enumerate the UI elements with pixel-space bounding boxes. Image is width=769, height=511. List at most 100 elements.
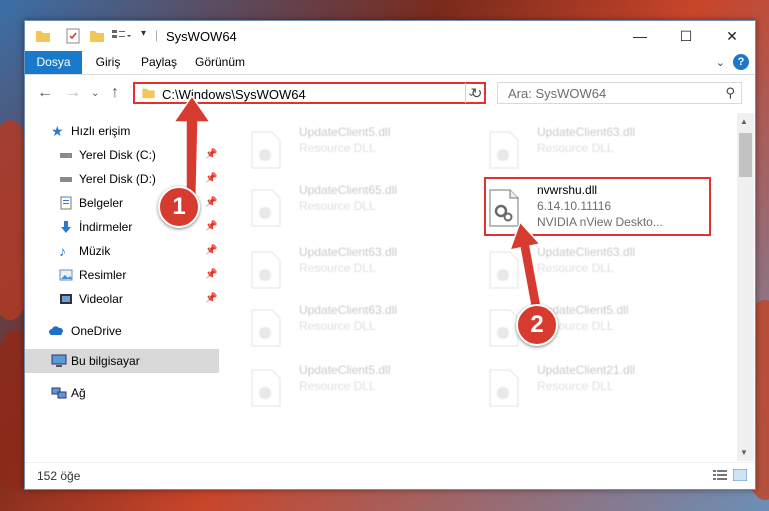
search-placeholder: Ara: SysWOW64 bbox=[508, 86, 607, 101]
item-count: 152 öğe bbox=[37, 469, 81, 483]
details-view-icon[interactable] bbox=[713, 469, 727, 481]
annotation-badge-2: 2 bbox=[516, 304, 558, 346]
star-icon: ★ bbox=[51, 123, 64, 139]
sidebar-item-label: Belgeler bbox=[79, 196, 124, 210]
dll-file-icon bbox=[251, 309, 281, 347]
explorer-window: ▾ | SysWOW64 — ☐ ✕ Dosya Giriş Paylaş Gö… bbox=[24, 20, 756, 490]
file-list: UpdateClient5.dll Resource DLL UpdateCli… bbox=[221, 113, 735, 461]
sidebar-item-music[interactable]: ♪ Müzik 📌 bbox=[25, 239, 219, 263]
forward-arrow-icon[interactable]: → bbox=[65, 84, 81, 102]
folder-icon bbox=[142, 88, 155, 99]
file-name: UpdateClient5.dll bbox=[299, 363, 391, 377]
recent-locations-icon[interactable]: ⌄ bbox=[91, 88, 99, 99]
file-name: UpdateClient21.dll bbox=[537, 363, 636, 377]
navigation-bar: ← → ⌄ ↑ C:\Windows\SysWOW64 ⌄ ↻ Ara: Sys… bbox=[25, 75, 755, 111]
minimize-button[interactable]: — bbox=[617, 21, 663, 51]
file-name: UpdateClient5.dll bbox=[299, 125, 391, 139]
maximize-button[interactable]: ☐ bbox=[663, 21, 709, 51]
close-button[interactable]: ✕ bbox=[709, 21, 755, 51]
sidebar-item-label: Yerel Disk (C:) bbox=[79, 148, 156, 162]
file-description: Resource DLL bbox=[537, 379, 614, 393]
properties-icon[interactable] bbox=[65, 28, 81, 44]
file-name: UpdateClient63.dll bbox=[299, 245, 398, 259]
tab-home[interactable]: Giriş bbox=[87, 51, 129, 74]
search-box[interactable]: Ara: SysWOW64 ⚲ bbox=[497, 82, 742, 104]
tab-file[interactable]: Dosya bbox=[25, 51, 82, 74]
file-item[interactable]: UpdateClient63.dll Resource DLL bbox=[481, 121, 711, 181]
window-title: SysWOW64 bbox=[166, 29, 237, 44]
dll-file-icon bbox=[251, 369, 281, 407]
file-description: Resource DLL bbox=[299, 261, 376, 275]
title-bar: ▾ | SysWOW64 — ☐ ✕ bbox=[25, 21, 755, 51]
sidebar-item-label: OneDrive bbox=[71, 324, 122, 338]
file-description: Resource DLL bbox=[537, 141, 614, 155]
pin-icon: 📌 bbox=[205, 269, 218, 280]
sidebar-item-label: Bu bilgisayar bbox=[71, 354, 140, 368]
scroll-down-icon[interactable]: ▼ bbox=[740, 448, 748, 457]
scroll-up-icon[interactable]: ▲ bbox=[740, 117, 748, 126]
file-description: Resource DLL bbox=[299, 319, 376, 333]
video-icon bbox=[60, 294, 72, 304]
file-item[interactable]: UpdateClient21.dll Resource DLL bbox=[481, 359, 711, 419]
drive-icon bbox=[60, 177, 72, 182]
pin-icon: 📌 bbox=[205, 221, 218, 232]
dll-file-icon bbox=[251, 189, 281, 227]
file-item[interactable]: UpdateClient63.dll Resource DLL bbox=[243, 241, 473, 301]
sidebar-item-videos[interactable]: Videolar 📌 bbox=[25, 287, 219, 311]
file-description: Resource DLL bbox=[299, 379, 376, 393]
file-name: UpdateClient63.dll bbox=[299, 303, 398, 317]
file-item[interactable]: UpdateClient63.dll Resource DLL bbox=[243, 299, 473, 359]
sidebar-item-label: Hızlı erişim bbox=[71, 124, 131, 138]
sidebar-item-label: Müzik bbox=[79, 244, 111, 258]
dll-file-icon bbox=[251, 251, 281, 289]
sidebar-item-this-pc[interactable]: Bu bilgisayar bbox=[25, 349, 219, 373]
pin-icon: 📌 bbox=[205, 293, 218, 304]
drive-icon bbox=[60, 153, 72, 158]
help-button[interactable]: ? bbox=[733, 54, 749, 70]
sidebar-item-network[interactable]: Ağ bbox=[25, 381, 219, 405]
large-icons-view-icon[interactable] bbox=[733, 469, 747, 481]
music-icon: ♪ bbox=[59, 243, 66, 259]
file-item[interactable]: UpdateClient5.dll Resource DLL bbox=[243, 359, 473, 419]
sidebar-item-label: Videolar bbox=[79, 292, 123, 306]
pin-icon: 📌 bbox=[205, 245, 218, 256]
back-arrow-icon[interactable]: ← bbox=[37, 84, 53, 102]
cloud-icon bbox=[49, 326, 63, 335]
network-icon bbox=[51, 387, 67, 399]
expand-ribbon-icon[interactable]: ⌄ bbox=[716, 56, 725, 69]
tab-share[interactable]: Paylaş bbox=[135, 51, 183, 74]
computer-icon bbox=[51, 354, 67, 367]
sidebar-item-label: Ağ bbox=[71, 386, 86, 400]
status-bar: 152 öğe bbox=[25, 462, 755, 489]
sidebar-item-onedrive[interactable]: OneDrive bbox=[25, 319, 219, 343]
dll-file-icon bbox=[489, 131, 519, 169]
file-description: Resource DLL bbox=[299, 141, 376, 155]
file-item[interactable]: UpdateClient5.dll Resource DLL bbox=[243, 121, 473, 181]
sidebar-item-label: İndirmeler bbox=[79, 220, 133, 234]
file-name: UpdateClient65.dll bbox=[299, 183, 398, 197]
title-separator: | bbox=[155, 28, 159, 42]
file-item[interactable]: UpdateClient65.dll Resource DLL bbox=[243, 179, 473, 239]
dll-file-icon bbox=[251, 131, 281, 169]
search-icon: ⚲ bbox=[725, 85, 735, 100]
download-icon bbox=[61, 221, 71, 233]
scrollbar-thumb[interactable] bbox=[739, 133, 752, 177]
file-description: Resource DLL bbox=[299, 199, 376, 213]
refresh-button[interactable]: ↻ bbox=[465, 83, 487, 103]
pictures-icon bbox=[59, 269, 73, 281]
sidebar-item-label: Resimler bbox=[79, 268, 127, 282]
quick-access-dropdown-icon[interactable]: ▾ bbox=[141, 28, 146, 44]
tab-view[interactable]: Görünüm bbox=[189, 51, 251, 74]
sidebar-item-pictures[interactable]: Resimler 📌 bbox=[25, 263, 219, 287]
folder-icon bbox=[36, 31, 50, 42]
annotation-badge-1: 1 bbox=[158, 186, 200, 228]
view-menu-icon[interactable] bbox=[111, 28, 133, 44]
refresh-icon: ↻ bbox=[470, 85, 483, 101]
up-arrow-icon[interactable]: ↑ bbox=[111, 84, 119, 102]
file-name: UpdateClient63.dll bbox=[537, 125, 636, 139]
ribbon-tabs: Dosya Giriş Paylaş Görünüm ⌄ ? bbox=[25, 51, 755, 75]
vertical-scrollbar[interactable]: ▲ ▼ bbox=[737, 113, 754, 461]
sidebar-item-label: Yerel Disk (D:) bbox=[79, 172, 156, 186]
dll-file-icon bbox=[489, 369, 519, 407]
new-folder-icon[interactable] bbox=[89, 28, 105, 44]
